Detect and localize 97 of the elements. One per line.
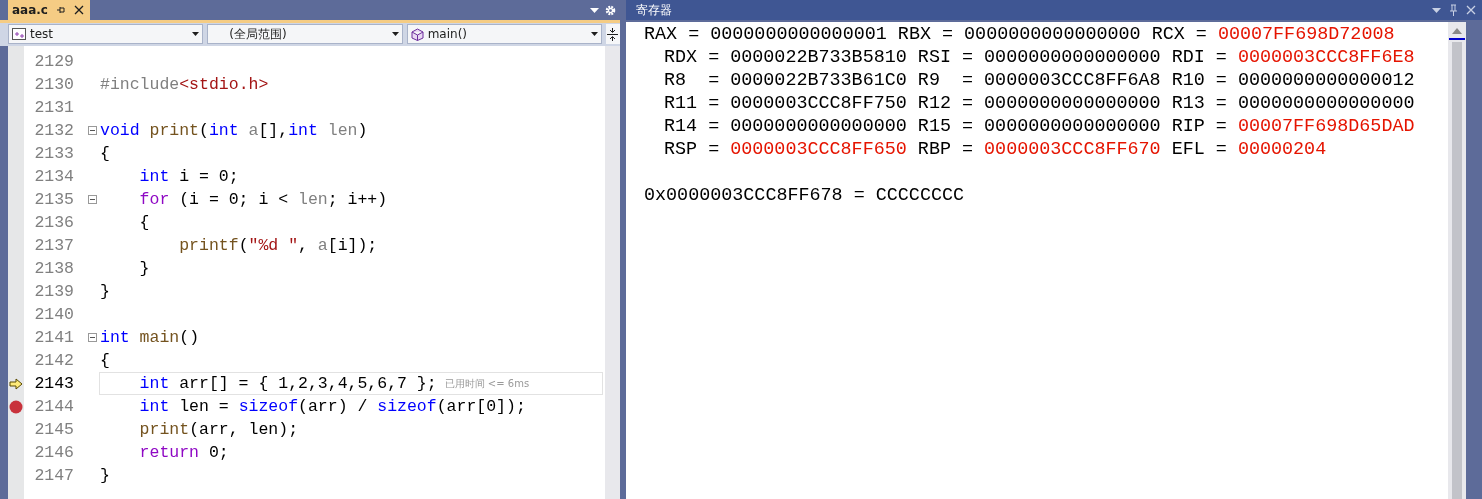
line-number: 2134 xyxy=(33,167,74,186)
line-number: 2129 xyxy=(33,52,74,71)
register-name: RCX = xyxy=(1151,24,1207,45)
code-line: } xyxy=(100,466,110,485)
register-value: 0000000000000000 xyxy=(964,24,1141,45)
breakpoint-icon[interactable] xyxy=(9,399,23,414)
line-number: 2146 xyxy=(33,443,74,462)
line-number: 2133 xyxy=(33,144,74,163)
register-name: RAX = xyxy=(644,24,700,45)
memory-value: 0x0000003CCC8FF678 = CCCCCCCC xyxy=(644,185,965,206)
line-number: 2139 xyxy=(33,282,74,301)
register-value: 0000022B733B5810 xyxy=(730,47,907,68)
code-line: int main() xyxy=(100,328,200,347)
register-name: R10 = xyxy=(1171,70,1227,91)
register-name: RBP = xyxy=(917,139,974,160)
line-number: 2132 xyxy=(33,121,74,140)
register-value: 00007FF698D65DAD xyxy=(1237,116,1415,137)
line-number: 2138 xyxy=(33,259,74,278)
scope-dropdown[interactable]: (全局范围) xyxy=(207,24,403,44)
code-line: print(arr, len); xyxy=(138,420,299,439)
pin-icon[interactable] xyxy=(55,5,66,15)
scrollbar[interactable] xyxy=(605,46,620,499)
register-value: 0000003CCC8FF670 xyxy=(984,139,1161,160)
line-number: 2136 xyxy=(33,213,74,232)
caret-icon xyxy=(192,32,200,36)
collapse-icon[interactable] xyxy=(88,333,97,342)
code-line: void print(int a[],int len) xyxy=(100,121,368,140)
register-name: R8 = xyxy=(664,70,720,91)
register-value: 0000003CCC8FF750 xyxy=(730,93,907,114)
file-tab[interactable]: aaa.c xyxy=(8,0,90,20)
line-number: 2130 xyxy=(33,75,74,94)
register-value: 0000000000000000 xyxy=(730,116,907,137)
code-line: #include<stdio.h> xyxy=(100,75,269,94)
collapse-icon[interactable] xyxy=(88,195,97,204)
register-name: R9 = xyxy=(917,70,974,91)
line-number: 2142 xyxy=(33,351,74,370)
code-line: } xyxy=(100,282,110,301)
line-number: 2144 xyxy=(33,397,74,416)
line-number: 2141 xyxy=(33,328,74,347)
register-value: 0000003CCC8FF6E8 xyxy=(1237,47,1415,68)
register-name: RDI = xyxy=(1171,47,1227,68)
register-name: EFL = xyxy=(1171,139,1227,160)
register-value: 0000022B733B61C0 xyxy=(730,70,907,91)
settings-icon[interactable] xyxy=(605,4,616,16)
code-line: printf("%d ", a[i]); xyxy=(178,236,378,255)
panel-title: 寄存器 xyxy=(636,1,672,19)
caret-icon xyxy=(391,32,399,36)
line-number: 2131 xyxy=(33,98,74,117)
scope-dropdown[interactable]: main() xyxy=(406,24,602,44)
project-icon xyxy=(12,28,26,40)
line-number: 2145 xyxy=(33,420,74,439)
register-name: R15 = xyxy=(917,116,974,137)
scroll-up-icon[interactable] xyxy=(1452,28,1462,34)
elapsed-hint: 已用时间 <= 6ms xyxy=(444,376,530,391)
scroll-thumb[interactable] xyxy=(1452,42,1462,499)
register-name: RSI = xyxy=(917,47,974,68)
line-number: 2140 xyxy=(33,305,74,324)
register-name: R14 = xyxy=(664,116,720,137)
cube-icon xyxy=(410,27,424,41)
code-line: int len = sizeof(arr) / sizeof(arr[0]); xyxy=(138,397,526,416)
register-value: 0000000000000000 xyxy=(984,47,1161,68)
register-name: RSP = xyxy=(664,139,720,160)
register-name: R12 = xyxy=(917,93,974,114)
collapse-icon[interactable] xyxy=(88,126,97,135)
register-value: 0000000000000000 xyxy=(984,116,1161,137)
split-button[interactable] xyxy=(606,24,620,44)
register-value: 00000204 xyxy=(1237,139,1327,160)
code-line: { xyxy=(100,144,110,163)
register-name: RDX = xyxy=(664,47,720,68)
register-value: 0000000000000000 xyxy=(984,93,1161,114)
register-value: 00007FF698D72008 xyxy=(1217,24,1395,45)
line-number: 2135 xyxy=(33,190,74,209)
code-line: int arr[] = { 1,2,3,4,5,6,7 }; xyxy=(138,374,437,393)
register-value: 0000000000000012 xyxy=(1237,70,1415,91)
caret-icon xyxy=(591,32,598,36)
close-icon[interactable] xyxy=(73,5,84,15)
dropdown-icon[interactable] xyxy=(590,7,599,13)
register-value: 0000003CCC8FF650 xyxy=(730,139,907,160)
position-marker xyxy=(1449,38,1465,40)
line-number: 2147 xyxy=(33,466,74,485)
register-name: R13 = xyxy=(1171,93,1227,114)
register-name: R11 = xyxy=(664,93,720,114)
scope-dropdown[interactable]: test xyxy=(8,24,204,44)
code-line: int i = 0; xyxy=(138,167,239,186)
dropdown-icon[interactable] xyxy=(1432,7,1441,13)
code-line: for (i = 0; i < len; i++) xyxy=(138,190,388,209)
register-value: 0000003CCC8FF6A8 xyxy=(984,70,1161,91)
register-name: RIP = xyxy=(1171,116,1227,137)
register-value: 0000000000000000 xyxy=(1237,93,1415,114)
code-line: } xyxy=(138,259,150,278)
register-name: RBX = xyxy=(897,24,954,45)
code-line: return 0; xyxy=(138,443,229,462)
register-value: 0000000000000001 xyxy=(710,24,887,45)
code-line: { xyxy=(138,213,150,232)
code-line: { xyxy=(100,351,110,370)
line-number: 2137 xyxy=(33,236,74,255)
line-number: 2143 xyxy=(33,374,74,393)
